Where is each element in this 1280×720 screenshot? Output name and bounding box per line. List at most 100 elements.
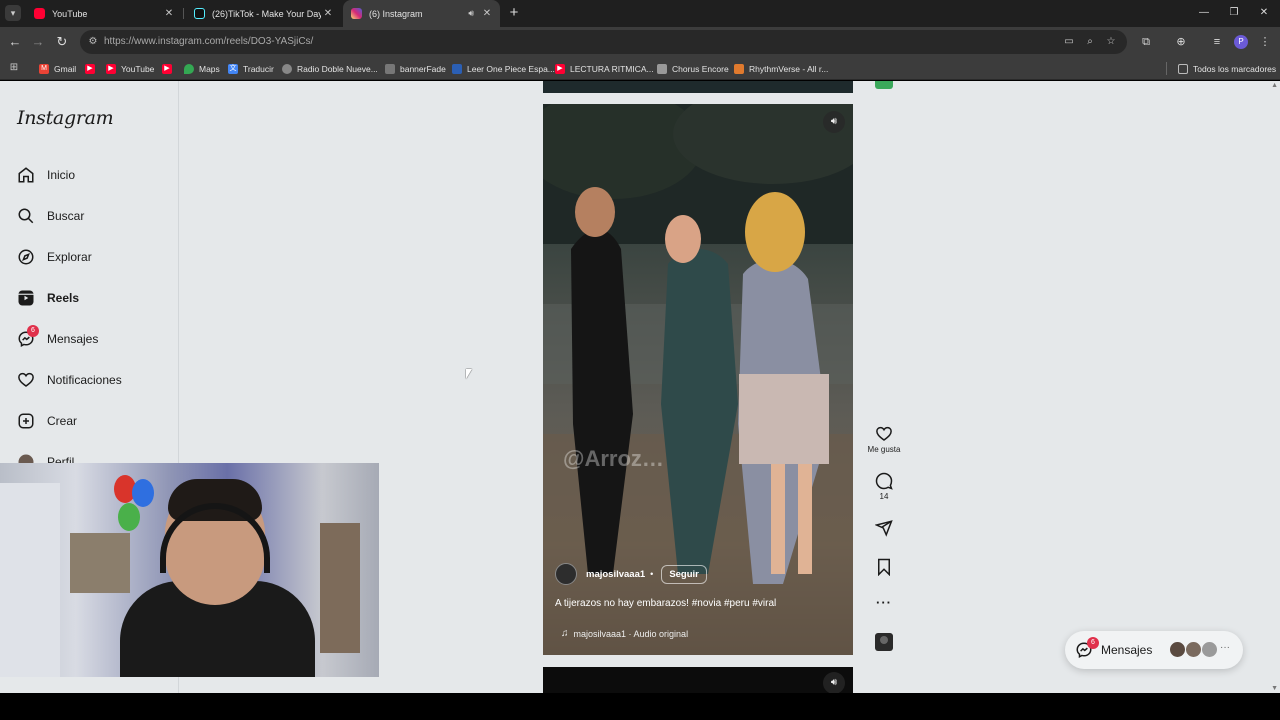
- tab-title: (6) Instagram: [369, 8, 423, 19]
- comment-action[interactable]: 14: [862, 472, 906, 501]
- back-arrow-icon[interactable]: ←: [6, 33, 24, 51]
- extension-puzzle-icon[interactable]: ⊕: [1172, 33, 1190, 51]
- tab-title: (26)TikTok - Make Your Day: [212, 8, 321, 19]
- messages-pill-badge: 6: [1087, 637, 1099, 649]
- bookmark-youtube-1[interactable]: ▶: [85, 62, 100, 75]
- chrome-menu-icon[interactable]: ⋮: [1256, 33, 1274, 51]
- bookmark-label: Chorus Encore: [672, 63, 729, 74]
- cast-icon[interactable]: ▭: [1062, 35, 1076, 49]
- new-tab-button[interactable]: +: [505, 4, 523, 22]
- apps-grid-icon[interactable]: ⊞: [8, 62, 20, 74]
- close-window-icon[interactable]: ✕: [1254, 4, 1274, 22]
- restore-window-icon[interactable]: ❐: [1224, 4, 1244, 22]
- media-controls-icon[interactable]: ≡: [1208, 33, 1226, 51]
- zoom-icon[interactable]: ⌕: [1083, 35, 1097, 49]
- heart-icon: [17, 371, 35, 389]
- reload-icon[interactable]: ↻: [53, 33, 71, 51]
- reel-video[interactable]: 🔊︎ @Arroz… majosilvaaa1 • Seguir A tijer…: [543, 104, 853, 655]
- tab-instagram[interactable]: (6) Instagram 🔊︎ ✕: [343, 0, 500, 27]
- extensions-icon[interactable]: ⧉: [1137, 33, 1155, 51]
- close-tab-icon[interactable]: ✕: [162, 8, 176, 19]
- site-info-icon[interactable]: ⚙: [86, 35, 100, 49]
- follow-button[interactable]: Seguir: [661, 564, 707, 584]
- sidebar-item-notificaciones[interactable]: Notificaciones: [17, 369, 122, 391]
- author-name[interactable]: majosilvaaa1: [586, 569, 645, 580]
- reel-audio[interactable]: ♫ majosilvaaa1 · Audio original: [561, 628, 688, 639]
- author-avatar[interactable]: [555, 563, 577, 585]
- search-icon: [17, 207, 35, 225]
- previous-reel-video[interactable]: [543, 81, 853, 93]
- url-text[interactable]: https://www.instagram.com/reels/DO3-YASj…: [104, 36, 313, 47]
- taskbar-strip: [0, 693, 1280, 720]
- sidebar-item-reels[interactable]: Reels: [17, 287, 79, 309]
- address-bar[interactable]: ⚙ https://www.instagram.com/reels/DO3-YA…: [80, 30, 1127, 54]
- bookmark-page-icon: [385, 63, 395, 74]
- sidebar-item-crear[interactable]: Crear: [17, 410, 77, 432]
- messages-pill[interactable]: 6 Mensajes ···: [1065, 631, 1243, 669]
- browser-tab-strip: ▾ YouTube ✕ (26)TikTok - Make Your Day ✕…: [0, 0, 1280, 27]
- like-action[interactable]: Me gusta: [862, 425, 906, 454]
- youtube-favicon-icon: [34, 8, 45, 19]
- bookmark-gmail[interactable]: M Gmail: [39, 62, 76, 75]
- close-tab-icon[interactable]: ✕: [321, 8, 335, 19]
- sidebar-item-label: Notificaciones: [47, 373, 122, 387]
- translate-icon: 文: [228, 63, 238, 74]
- sidebar-item-inicio[interactable]: Inicio: [17, 164, 75, 186]
- bookmark-star-icon[interactable]: ☆: [1104, 35, 1118, 49]
- bookmark-youtube[interactable]: ▶ YouTube: [106, 62, 154, 75]
- audio-thumb-icon: [875, 633, 893, 651]
- bookmark-label: YouTube: [121, 63, 155, 74]
- scroll-down-arrow-icon[interactable]: ▼: [1271, 685, 1278, 692]
- profile-avatar[interactable]: P: [1234, 35, 1248, 49]
- tab-youtube[interactable]: YouTube ✕: [26, 0, 182, 27]
- sidebar-item-buscar[interactable]: Buscar: [17, 205, 84, 227]
- webcam-wall: [0, 483, 60, 677]
- bookmarks-bar: ⊞ M Gmail ▶ ▶ YouTube ▶ Maps 文 Traducir Rad…: [0, 57, 1280, 80]
- bookmark-radio[interactable]: Radio Doble Nueve...: [282, 62, 378, 75]
- bookmark-label: Gmail: [54, 63, 77, 74]
- bookmark-chorus[interactable]: Chorus Encore: [657, 62, 729, 75]
- sidebar-item-explorar[interactable]: Explorar: [17, 246, 92, 268]
- bookmark-bannerfade[interactable]: bannerFade: [385, 62, 446, 75]
- bookmark-maps[interactable]: Maps: [184, 62, 220, 75]
- bookmark-youtube-2[interactable]: ▶: [162, 62, 177, 75]
- mute-toggle-icon[interactable]: 🔊︎: [823, 672, 845, 693]
- tab-title: YouTube: [52, 8, 88, 19]
- scroll-up-arrow-icon[interactable]: ▲: [1271, 82, 1278, 89]
- minimize-window-icon[interactable]: —: [1194, 4, 1214, 22]
- browser-toolbar: ← → ↻ ⚙ https://www.instagram.com/reels/…: [0, 27, 1280, 57]
- bookmark-page-icon: [657, 63, 667, 74]
- rhythmverse-icon: [734, 63, 744, 74]
- forward-arrow-icon[interactable]: →: [29, 33, 47, 51]
- sidebar-item-label: Buscar: [47, 209, 85, 223]
- bookmark-rhythmverse[interactable]: RhythmVerse - All r...: [734, 62, 828, 75]
- compass-icon: [17, 248, 35, 266]
- share-action[interactable]: [862, 519, 906, 537]
- youtube-icon: ▶: [555, 63, 565, 74]
- like-label: Me gusta: [867, 445, 901, 454]
- bookmark-traducir[interactable]: 文 Traducir: [228, 62, 274, 75]
- sidebar-item-mensajes[interactable]: 6 Mensajes: [17, 325, 98, 350]
- close-tab-icon[interactable]: ✕: [480, 8, 494, 19]
- tab-audio-icon[interactable]: 🔊︎: [468, 8, 474, 19]
- instagram-logo[interactable]: Instagram: [17, 107, 114, 129]
- mute-toggle-icon[interactable]: 🔊︎: [823, 111, 845, 133]
- sidebar-item-label: Crear: [47, 414, 78, 428]
- bookmark-label: RhythmVerse - All r...: [749, 63, 829, 74]
- reel-caption[interactable]: A tijerazos no hay embarazos! #novia #pe…: [555, 598, 776, 609]
- more-options-action[interactable]: ···: [862, 594, 906, 612]
- previous-reel-audio-thumb[interactable]: [862, 81, 906, 89]
- youtube-icon: ▶: [162, 63, 172, 74]
- tab-search-button[interactable]: ▾: [5, 5, 21, 21]
- reel-audio-thumb[interactable]: [862, 633, 906, 651]
- all-bookmarks-folder[interactable]: Todos los marcadores: [1178, 62, 1276, 75]
- next-reel-video[interactable]: 🔊︎: [543, 667, 853, 693]
- bookmark-lectura[interactable]: ▶ LECTURA RITMICA...: [555, 62, 654, 75]
- avatar: [1169, 641, 1186, 658]
- save-action[interactable]: [862, 558, 906, 576]
- bookmark-one-piece[interactable]: Leer One Piece Espa...: [452, 62, 555, 75]
- tab-tiktok[interactable]: (26)TikTok - Make Your Day ✕: [186, 0, 341, 27]
- comment-count: 14: [879, 492, 889, 501]
- bookmark-label: Leer One Piece Espa...: [467, 63, 555, 74]
- avatar: [1201, 641, 1218, 658]
